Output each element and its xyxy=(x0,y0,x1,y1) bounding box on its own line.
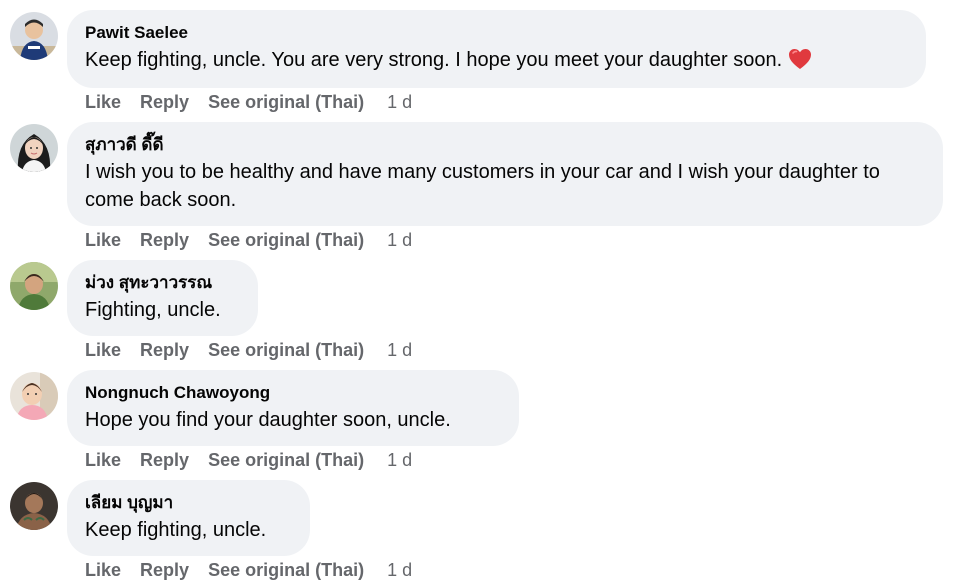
reply-button[interactable]: Reply xyxy=(140,92,189,112)
avatar-photo-icon xyxy=(10,262,58,310)
see-original-button[interactable]: See original (Thai) xyxy=(208,560,364,580)
avatar-photo-icon xyxy=(10,12,58,60)
comment-text: I wish you to be healthy and have many c… xyxy=(85,161,880,211)
comment-timestamp[interactable]: 1 d xyxy=(387,450,412,470)
avatar[interactable] xyxy=(10,12,58,60)
comment-author[interactable]: เลียม บุญมา xyxy=(85,492,292,514)
reply-button[interactable]: Reply xyxy=(140,340,189,360)
like-button[interactable]: Like xyxy=(85,560,121,580)
comment-bubble: Nongnuch Chawoyong Hope you find your da… xyxy=(67,370,519,446)
comment-text: Fighting, uncle. xyxy=(85,299,221,321)
comment-bubble: ม่วง สุทะวาวรรณ Fighting, uncle. xyxy=(67,260,258,336)
comment-bubble: เลียม บุญมา Keep fighting, uncle. xyxy=(67,480,310,556)
comment-actions: Like Reply See original (Thai) 1 d xyxy=(85,449,431,471)
comment-timestamp[interactable]: 1 d xyxy=(387,230,412,250)
reply-button[interactable]: Reply xyxy=(140,230,189,250)
like-button[interactable]: Like xyxy=(85,230,121,250)
comment-bubble: สุภาวดี ดี๊ดี I wish you to be healthy a… xyxy=(67,122,943,226)
comment-author[interactable]: Nongnuch Chawoyong xyxy=(85,382,501,404)
see-original-button[interactable]: See original (Thai) xyxy=(208,92,364,112)
see-original-button[interactable]: See original (Thai) xyxy=(208,340,364,360)
like-button[interactable]: Like xyxy=(85,340,121,360)
heart-emoji-icon xyxy=(789,49,812,69)
comment-text: Keep fighting, uncle. You are very stron… xyxy=(85,46,908,74)
comment-text: Keep fighting, uncle. xyxy=(85,519,267,541)
avatar[interactable] xyxy=(10,124,58,172)
comment-timestamp[interactable]: 1 d xyxy=(387,92,412,112)
comment-actions: Like Reply See original (Thai) 1 d xyxy=(85,559,431,581)
avatar-photo-icon xyxy=(10,124,58,172)
comment-timestamp[interactable]: 1 d xyxy=(387,560,412,580)
like-button[interactable]: Like xyxy=(85,450,121,470)
comment-actions: Like Reply See original (Thai) 1 d xyxy=(85,229,431,251)
comment-actions: Like Reply See original (Thai) 1 d xyxy=(85,91,431,113)
see-original-button[interactable]: See original (Thai) xyxy=(208,230,364,250)
avatar-photo-icon xyxy=(10,482,58,530)
comment-timestamp[interactable]: 1 d xyxy=(387,340,412,360)
comment-bubble: Pawit Saelee Keep fighting, uncle. You a… xyxy=(67,10,926,88)
comment-actions: Like Reply See original (Thai) 1 d xyxy=(85,339,431,361)
like-button[interactable]: Like xyxy=(85,92,121,112)
avatar[interactable] xyxy=(10,482,58,530)
avatar-photo-icon xyxy=(10,372,58,420)
reply-button[interactable]: Reply xyxy=(140,560,189,580)
avatar[interactable] xyxy=(10,372,58,420)
comment-author[interactable]: Pawit Saelee xyxy=(85,22,908,44)
comment-author[interactable]: สุภาวดี ดี๊ดี xyxy=(85,134,925,156)
comment-author[interactable]: ม่วง สุทะวาวรรณ xyxy=(85,272,240,294)
comment-text-body: Keep fighting, uncle. You are very stron… xyxy=(85,49,783,71)
reply-button[interactable]: Reply xyxy=(140,450,189,470)
avatar[interactable] xyxy=(10,262,58,310)
see-original-button[interactable]: See original (Thai) xyxy=(208,450,364,470)
comment-text: Hope you find your daughter soon, uncle. xyxy=(85,409,451,431)
